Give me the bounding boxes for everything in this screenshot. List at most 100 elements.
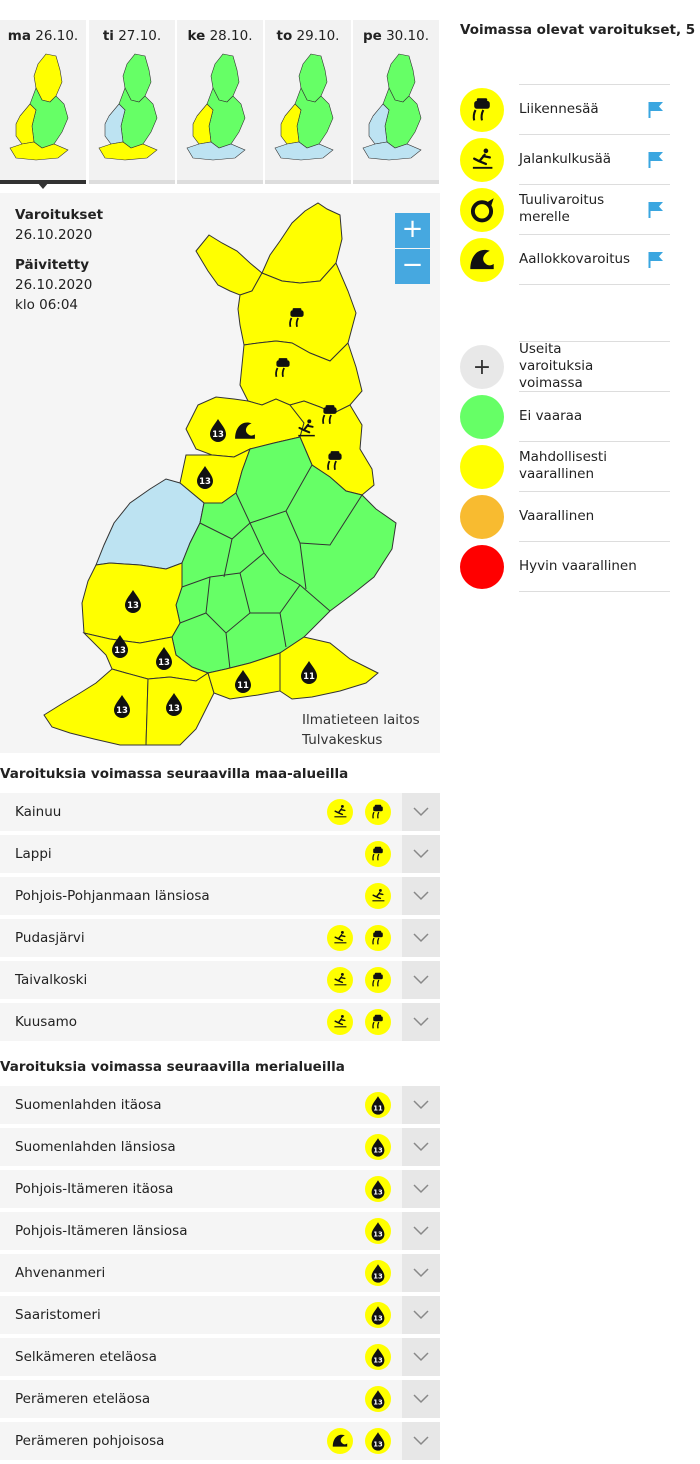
expand-chevron-icon[interactable]	[402, 1422, 440, 1460]
day-abbr: to	[276, 28, 293, 44]
area-row[interactable]: Suomenlahden itäosa 11	[0, 1086, 440, 1124]
area-row[interactable]: Pohjois-Pohjanmaan länsiosa	[0, 877, 440, 915]
expand-chevron-icon[interactable]	[402, 961, 440, 999]
level-color-swatch	[460, 495, 504, 539]
expand-chevron-icon[interactable]	[402, 1128, 440, 1166]
legend-level: Mahdollisesti vaarallinen	[460, 441, 670, 491]
svg-text:11: 11	[373, 1105, 383, 1113]
area-row[interactable]: Selkämeren eteläosa 13	[0, 1338, 440, 1376]
svg-text:13: 13	[168, 704, 180, 714]
area-name: Selkämeren eteläosa	[15, 1349, 157, 1365]
pedestrian-slip-icon	[327, 967, 353, 993]
legend-label: Mahdollisesti vaarallinen	[519, 449, 607, 482]
day-tab-to[interactable]: to 29.10.	[265, 20, 351, 184]
expand-chevron-icon[interactable]	[402, 835, 440, 873]
wind-drop-icon: 13	[365, 1260, 391, 1286]
expand-chevron-icon[interactable]	[402, 1380, 440, 1418]
day-tab-ma[interactable]: ma 26.10.	[0, 20, 86, 184]
map-region-lappi-west[interactable]	[195, 234, 263, 296]
legend-warning-type[interactable]: Jalankulkusää	[460, 134, 670, 184]
day-date: 29.10.	[296, 28, 340, 44]
area-row[interactable]: Pudasjärvi	[0, 919, 440, 957]
flag-icon[interactable]	[648, 251, 664, 273]
area-row[interactable]: Lappi	[0, 835, 440, 873]
expand-chevron-icon[interactable]	[402, 1212, 440, 1250]
attribution-fmi: Ilmatieteen laitos	[302, 712, 420, 728]
wind-drop-icon: 13	[365, 1134, 391, 1160]
active-tab-caret	[37, 182, 49, 189]
expand-chevron-icon[interactable]	[402, 1254, 440, 1292]
area-name: Pohjois-Pohjanmaan länsiosa	[15, 888, 210, 904]
area-row[interactable]: Perämeren pohjoisosa 13	[0, 1422, 440, 1460]
expand-chevron-icon[interactable]	[402, 1296, 440, 1334]
level-color-swatch	[460, 395, 504, 439]
legend-label: Vaarallinen	[519, 507, 595, 524]
mini-map-thumbnail	[274, 53, 334, 161]
weather-warnings-page: ma 26.10. ti 27.10. ke 28.10. to 29.10. …	[0, 0, 700, 1464]
pedestrian-slip-icon	[460, 138, 504, 182]
svg-text:13: 13	[127, 601, 139, 611]
car-skid-icon	[365, 1009, 391, 1035]
day-date: 30.10.	[386, 28, 430, 44]
area-row[interactable]: Kainuu	[0, 793, 440, 831]
map-region-ahvenanmeri[interactable]	[43, 668, 149, 746]
day-abbr: pe	[362, 28, 382, 44]
svg-text:11: 11	[303, 672, 315, 682]
expand-chevron-icon[interactable]	[402, 1086, 440, 1124]
zoom-out-button[interactable]: −	[395, 249, 430, 284]
area-row[interactable]: Suomenlahden länsiosa 13	[0, 1128, 440, 1166]
expand-chevron-icon[interactable]	[402, 919, 440, 957]
day-abbr: ti	[102, 28, 114, 44]
land-section-title: Varoituksia voimassa seuraavilla maa-alu…	[0, 766, 349, 782]
day-tab-ti[interactable]: ti 27.10.	[89, 20, 175, 184]
day-date: 27.10.	[118, 28, 162, 44]
legend-warning-type[interactable]: Tuulivaroitus merelle	[460, 184, 670, 234]
expand-chevron-icon[interactable]	[402, 1170, 440, 1208]
day-tabs: ma 26.10. ti 27.10. ke 28.10. to 29.10. …	[0, 20, 440, 185]
updated-date: 26.10.2020	[15, 277, 93, 293]
legend-level: Hyvin vaarallinen	[460, 541, 670, 592]
area-row[interactable]: Pohjois-Itämeren länsiosa 13	[0, 1212, 440, 1250]
legend-label: Hyvin vaarallinen	[519, 557, 637, 574]
flag-icon[interactable]	[648, 201, 664, 223]
wind-drop-icon: 13	[365, 1218, 391, 1244]
wind-drop-icon: 13	[365, 1176, 391, 1202]
wave-icon	[460, 238, 504, 282]
warnings-label: Varoitukset	[15, 207, 104, 223]
expand-chevron-icon[interactable]	[402, 793, 440, 831]
area-row[interactable]: Saaristomeri 13	[0, 1296, 440, 1334]
wind-drop-icon: 13	[365, 1386, 391, 1412]
map-info: Varoitukset 26.10.2020 Päivitetty 26.10.…	[15, 205, 103, 315]
area-row[interactable]: Pohjois-Itämeren itäosa 13	[0, 1170, 440, 1208]
wind-drop-icon: 13	[365, 1302, 391, 1328]
mini-map-thumbnail	[9, 53, 69, 161]
expand-chevron-icon[interactable]	[402, 877, 440, 915]
area-row[interactable]: Taivalkoski	[0, 961, 440, 999]
area-row[interactable]: Kuusamo	[0, 1003, 440, 1041]
svg-text:13: 13	[116, 706, 128, 716]
expand-chevron-icon[interactable]	[402, 1338, 440, 1376]
legend-warning-type[interactable]: Aallokkovaroitus	[460, 234, 670, 285]
area-row[interactable]: Ahvenanmeri 13	[0, 1254, 440, 1292]
zoom-in-button[interactable]: +	[395, 213, 430, 248]
day-tab-ke[interactable]: ke 28.10.	[177, 20, 263, 184]
day-tab-pe[interactable]: pe 30.10.	[353, 20, 439, 184]
expand-chevron-icon[interactable]	[402, 1003, 440, 1041]
wind-drop-icon: 13	[365, 1344, 391, 1370]
area-name: Suomenlahden itäosa	[15, 1097, 162, 1113]
area-row[interactable]: Perämeren eteläosa 13	[0, 1380, 440, 1418]
flag-icon[interactable]	[648, 151, 664, 173]
svg-text:11: 11	[237, 681, 249, 691]
area-name: Saaristomeri	[15, 1307, 101, 1323]
legend-warning-type[interactable]: Liikennesää	[460, 84, 670, 134]
tab-underline	[89, 180, 175, 184]
day-abbr: ma	[7, 28, 31, 44]
map-region-suomenlahti-ita[interactable]	[279, 636, 379, 700]
flag-icon[interactable]	[648, 101, 664, 123]
warnings-date: 26.10.2020	[15, 227, 93, 243]
pedestrian-slip-icon	[327, 925, 353, 951]
wind-drop-icon: 11	[365, 1092, 391, 1118]
car-skid-icon	[365, 799, 391, 825]
legend-label: Ei vaaraa	[519, 407, 583, 424]
tab-underline	[177, 180, 263, 184]
